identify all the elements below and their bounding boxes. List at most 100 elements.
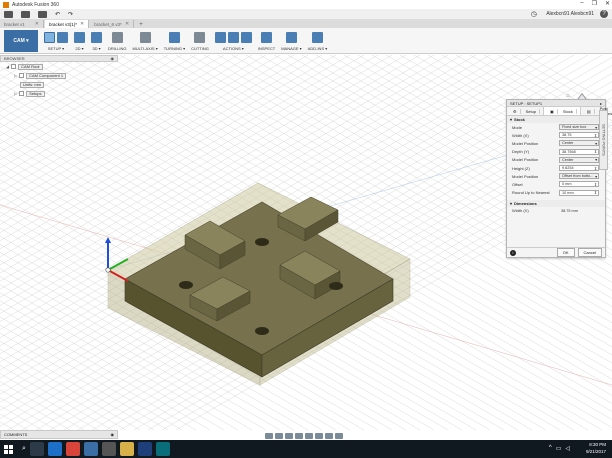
chevron-up-icon[interactable]: ^ [549,445,552,452]
add-ins-group[interactable]: ADD-INS ▾ [308,30,327,51]
section-dimensions[interactable]: ▾ Dimensions [507,199,605,207]
inspect-group[interactable]: INSPECT [258,30,275,51]
mode-select[interactable]: Fixed size box ▾ [559,124,599,131]
bird-app-icon[interactable] [101,442,116,456]
windows-start-icon[interactable] [0,440,16,458]
pin-icon[interactable]: ◉ [111,432,115,437]
document-tab[interactable]: bracket v1 ✕ [0,20,44,28]
manage-group[interactable]: MANAGE ▾ [281,30,302,51]
field-label: Offset [512,181,523,187]
round-up-input[interactable]: 10 mm ⇕ [559,189,599,196]
cutting-group[interactable]: CUTTING [191,30,209,51]
clock[interactable]: 8:30 PM 9/21/2017 [586,441,606,455]
redo-icon[interactable]: ↷ [68,11,73,18]
visibility-icon[interactable] [19,73,25,78]
multi-axis-icon [139,31,151,43]
search-icon[interactable]: ⌕ [22,445,26,453]
collapse-icon[interactable]: ◢ [6,64,9,69]
save-icon[interactable] [38,10,47,18]
turning-group[interactable]: TURNING ▾ [164,30,185,51]
3d-group[interactable]: 3D ▾ [91,30,102,51]
stock-tab-icon: ▣ [547,108,558,114]
file-explorer-icon[interactable] [119,442,134,456]
setting-points-tab[interactable]: SETTING POINTS [599,110,608,170]
look-at-icon[interactable] [275,433,283,439]
orbit-icon[interactable] [265,433,273,439]
network-icon[interactable]: ▭ [556,445,562,452]
user-name[interactable]: Alexbcn91 Alexbcn91 [546,11,594,17]
minimize-button[interactable]: – [580,0,583,7]
depth-input[interactable]: 38.7568 ⇕ [559,148,599,155]
tree-node-component[interactable]: ▷ CAM Component 1 [0,71,118,80]
ok-button[interactable]: OK [556,248,575,257]
help-icon[interactable]: ? [600,10,608,18]
document-tab[interactable]: bracket_6 v3* ✕ [90,20,135,28]
turning-icon [168,31,180,43]
expand-icon[interactable]: ▷ [14,73,17,78]
display-settings-icon[interactable] [315,433,323,439]
expand-icon[interactable]: ▷ [14,91,17,96]
pin-icon[interactable]: ◉ [111,56,115,61]
close-button[interactable]: ✕ [605,0,610,7]
info-icon[interactable]: i [510,249,516,256]
grid-settings-icon[interactable] [325,433,333,439]
pan-icon[interactable] [285,433,293,439]
zoom-icon[interactable] [295,433,303,439]
drilling-group[interactable]: DRILLING [108,30,126,51]
dialog-title: SETUP : SETUP1 [510,100,543,106]
stepper-icon[interactable]: ⇕ [594,182,597,187]
stepper-icon[interactable]: ⇕ [594,190,597,195]
stepper-icon[interactable]: ⇕ [594,149,597,154]
browser-header[interactable]: BROWSER ◉ [0,55,118,62]
actions-group[interactable]: ACTIONS ▾ [214,30,252,51]
document-tab-active[interactable]: bracket v3(1)* ✕ [45,20,90,28]
height-input[interactable]: 9.6254 ⇕ [559,165,599,172]
2d-group[interactable]: 2D ▾ [74,30,85,51]
dialog-menu-icon[interactable]: ▸ [600,101,602,106]
multi-axis-group[interactable]: MULTI-AXIS ▾ [132,30,158,51]
maximize-button[interactable]: ❐ [592,0,597,7]
app-icon[interactable] [137,442,152,456]
task-view-icon[interactable] [29,442,44,456]
close-tab-icon[interactable]: ✕ [125,21,129,27]
setup-group[interactable]: SETUP ▾ [44,30,68,51]
setup-dialog: SETUP : SETUP1 ▸ ⚙Setup ▣Stock ▤Post Proc… [506,99,612,258]
viewports-icon[interactable] [335,433,343,439]
tree-node-setups[interactable]: ▷ Setups [0,89,118,98]
close-tab-icon[interactable]: ✕ [80,21,84,27]
field-row: Offset 0 mm ⇕ [507,180,605,188]
fusion-taskbar-icon[interactable] [83,442,98,456]
offset-input[interactable]: 0 mm ⇕ [559,181,599,188]
stepper-icon[interactable]: ⇕ [594,166,597,171]
file-menu-icon[interactable] [21,10,30,18]
stepper-icon[interactable]: ⇕ [594,133,597,138]
tab-stock[interactable]: ▣ Stock [544,107,581,115]
system-tray[interactable]: ^ ▭ ◁ [549,445,570,452]
close-tab-icon[interactable]: ✕ [35,21,39,27]
field-row: Width (X) 38.75 mm [507,207,605,215]
volume-icon[interactable]: ◁ [565,445,570,452]
edge-icon[interactable] [47,442,62,456]
model-position-select[interactable]: Center ▾ [559,140,599,147]
section-stock[interactable]: ▾ Stock [507,116,605,123]
job-status-icon[interactable]: ◷ [531,10,537,18]
visibility-icon[interactable] [11,64,17,69]
app-icon[interactable] [155,442,170,456]
fit-icon[interactable] [305,433,313,439]
undo-icon[interactable]: ↶ [55,11,60,18]
setup-dialog-header[interactable]: SETUP : SETUP1 ▸ [507,100,605,107]
data-panel-icon[interactable] [4,10,13,18]
model-position-select[interactable]: Center ▾ [559,156,599,163]
collapse-icon[interactable]: ▾ [510,117,512,122]
tab-setup[interactable]: ⚙ Setup [507,107,545,115]
model-position-select[interactable]: Offset from botto... ▾ [559,173,599,180]
tab-label: bracket v3(1)* [49,21,78,27]
tree-node-cam-root[interactable]: ◢ CAM Root [0,62,118,71]
comments-panel[interactable]: COMMENTS ◉ [0,430,118,439]
cancel-button[interactable]: Cancel [577,248,602,257]
tree-node-units[interactable]: Units: mm [0,80,118,89]
collapse-icon[interactable]: ▾ [510,201,512,206]
workspace-switcher[interactable]: CAM ▾ [4,30,38,52]
width-input[interactable]: 38.75 ⇕ [559,132,599,139]
chrome-icon[interactable] [65,442,80,456]
